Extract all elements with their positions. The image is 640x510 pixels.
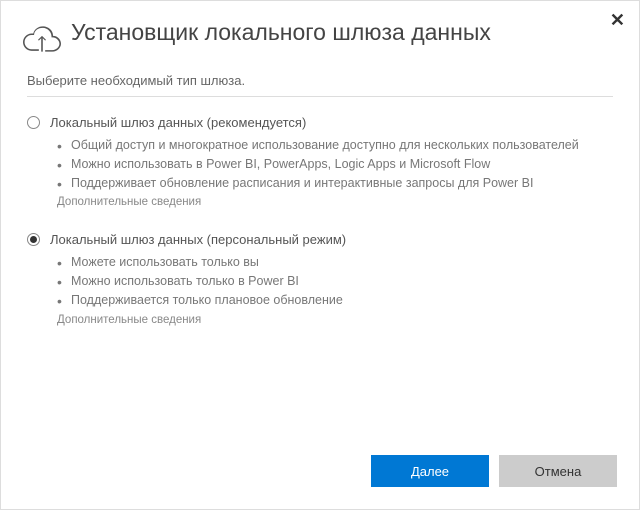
cancel-button[interactable]: Отмена bbox=[499, 455, 617, 487]
radio-icon-selected bbox=[27, 233, 40, 246]
bullet-list: Можете использовать только вы Можно испо… bbox=[27, 253, 613, 309]
cloud-upload-icon bbox=[23, 23, 61, 55]
radio-recommended[interactable]: Локальный шлюз данных (рекомендуется) bbox=[27, 115, 613, 130]
list-item: Поддерживается только плановое обновлени… bbox=[57, 291, 613, 310]
option-label: Локальный шлюз данных (персональный режи… bbox=[50, 232, 346, 247]
gateway-option-personal: Локальный шлюз данных (персональный режи… bbox=[27, 232, 613, 327]
list-item: Можно использовать только в Power BI bbox=[57, 272, 613, 291]
header: Установщик локального шлюза данных bbox=[1, 1, 639, 63]
radio-icon bbox=[27, 116, 40, 129]
gateway-option-recommended: Локальный шлюз данных (рекомендуется) Об… bbox=[27, 115, 613, 210]
learn-more-link[interactable]: Дополнительные сведения bbox=[27, 314, 201, 326]
learn-more-link[interactable]: Дополнительные сведения bbox=[27, 196, 201, 208]
page-title: Установщик локального шлюза данных bbox=[71, 19, 491, 47]
list-item: Можно использовать в Power BI, PowerApps… bbox=[57, 155, 613, 174]
bullet-list: Общий доступ и многократное использовани… bbox=[27, 136, 613, 192]
next-button[interactable]: Далее bbox=[371, 455, 489, 487]
option-label: Локальный шлюз данных (рекомендуется) bbox=[50, 115, 306, 130]
options-container: Локальный шлюз данных (рекомендуется) Об… bbox=[1, 97, 639, 328]
subtitle-text: Выберите необходимый тип шлюза. bbox=[1, 63, 639, 96]
list-item: Общий доступ и многократное использовани… bbox=[57, 136, 613, 155]
close-icon[interactable]: ✕ bbox=[610, 11, 625, 29]
footer-buttons: Далее Отмена bbox=[371, 455, 617, 487]
list-item: Можете использовать только вы bbox=[57, 253, 613, 272]
list-item: Поддерживает обновление расписания и инт… bbox=[57, 174, 613, 193]
radio-personal[interactable]: Локальный шлюз данных (персональный режи… bbox=[27, 232, 613, 247]
